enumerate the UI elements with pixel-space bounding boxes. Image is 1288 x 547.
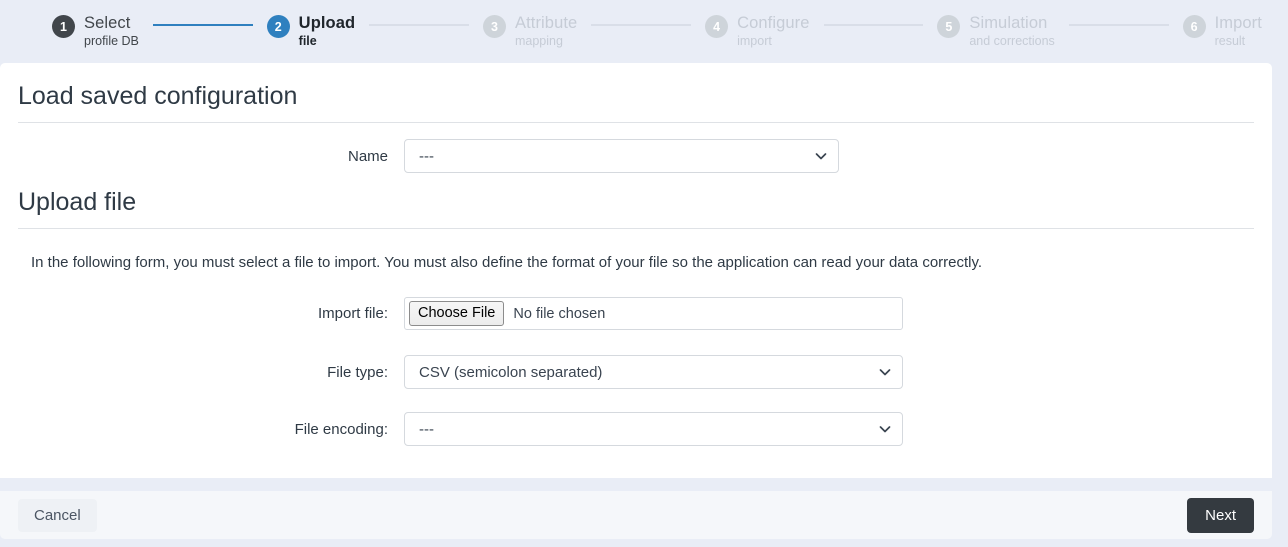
import-file-input[interactable]: Choose File No file chosen [404,297,903,330]
choose-file-button[interactable]: Choose File [409,300,505,327]
step-3-number: 3 [482,15,506,39]
step-connector-5-6 [1068,23,1169,26]
step-4-title: Configure [737,14,810,33]
step-connector-1-2 [152,23,253,26]
step-3-subtitle: mapping [514,34,563,49]
wizard-footer: Cancel Next [0,491,1272,539]
file-type-value: CSV (semicolon separated) [419,363,603,381]
step-4-number: 4 [705,15,729,39]
footer-spacer [0,478,1288,491]
load-saved-configuration-heading: Load saved configuration [18,82,298,110]
chevron-down-icon [879,423,891,435]
file-encoding-select[interactable]: --- [404,412,903,446]
upload-file-heading: Upload file [18,188,137,216]
file-encoding-value: --- [419,420,434,438]
step-5-title: Simulation [969,14,1048,33]
wizard-stepper: 1 Select profile DB 2 Upload file 3 Attr… [0,0,1288,63]
name-form-row: Name --- [18,139,1254,173]
step-2-number: 2 [266,15,290,39]
file-type-select[interactable]: CSV (semicolon separated) [404,355,903,389]
cancel-button[interactable]: Cancel [18,498,97,532]
step-6-import: 6 Import result [1182,13,1262,49]
step-connector-3-4 [591,23,692,26]
step-3-title: Attribute [514,14,578,33]
file-type-label: File type: [327,363,388,381]
step-4-configure: 4 Configure import [705,13,809,49]
saved-configuration-value: --- [419,147,434,165]
chevron-down-icon [879,366,891,378]
step-connector-4-5 [823,23,924,26]
step-3-attribute: 3 Attribute mapping [482,13,578,49]
divider-load-config [18,122,1254,123]
step-2-upload[interactable]: 2 Upload file [266,13,356,49]
file-encoding-form-row: File encoding: --- [18,412,1254,446]
saved-configuration-select[interactable]: --- [404,139,839,173]
step-5-subtitle: and corrections [969,34,1055,49]
upload-file-intro: In the following form, you must select a… [31,254,983,271]
import-file-form-row: Import file: Choose File No file chosen [18,297,1254,330]
step-5-simulation: 5 Simulation and corrections [937,13,1055,49]
file-type-form-row: File type: CSV (semicolon separated) [18,355,1254,389]
next-button[interactable]: Next [1187,497,1254,533]
no-file-chosen-text: No file chosen [513,305,606,322]
step-connector-2-3 [369,23,469,26]
step-4-subtitle: import [737,34,772,49]
step-1-select[interactable]: 1 Select profile DB [52,13,139,49]
step-6-subtitle: result [1214,34,1246,49]
step-2-subtitle: file [298,34,317,49]
step-6-number: 6 [1182,15,1206,39]
name-label: Name [347,147,388,165]
step-6-title: Import [1214,14,1262,33]
file-encoding-label: File encoding: [294,420,388,438]
import-file-label: Import file: [317,305,388,322]
step-1-title: Select [84,14,131,33]
step-5-number: 5 [937,15,961,39]
step-1-subtitle: profile DB [84,34,139,49]
chevron-down-icon [815,150,827,162]
step-2-title: Upload [298,14,356,33]
step-1-number: 1 [52,15,75,39]
import-wizard-card: Load saved configuration Name --- Upload… [0,63,1272,478]
